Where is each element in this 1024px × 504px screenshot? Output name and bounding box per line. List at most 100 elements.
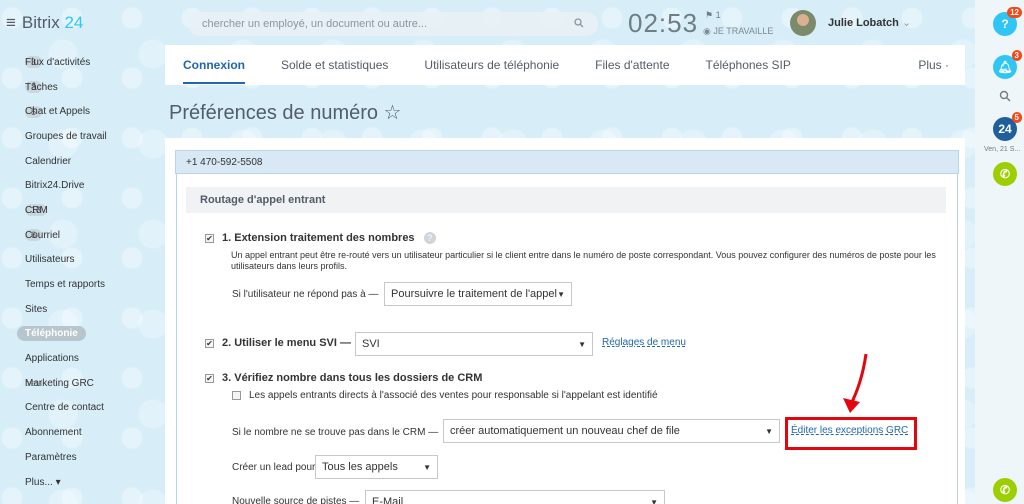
opt3-row: ✔ 3. Vérifiez nombre dans tous les dossie…: [205, 372, 482, 384]
opt2-label: 2. Utiliser le menu SVI —: [222, 337, 351, 349]
opt1-checkbox[interactable]: ✔: [205, 233, 214, 243]
sidebar-item[interactable]: Paramètres: [17, 445, 152, 470]
user-name: Julie Lobatch: [828, 17, 899, 29]
notifications-button[interactable]: 🔔︎ 3: [993, 50, 1022, 79]
b24-icon: 24: [998, 122, 1012, 136]
app-logo[interactable]: ≡ Bitrix 24: [6, 13, 83, 33]
clock: 02:53: [628, 8, 699, 38]
sidebar-item-label: Flux d'activités: [25, 56, 91, 68]
sidebar-item[interactable]: Téléphonie: [17, 322, 152, 347]
help-badge: 12: [1007, 7, 1022, 18]
phone-icon: ✆: [999, 167, 1011, 181]
work-state[interactable]: ◉ JE TRAVAILLE: [703, 26, 773, 37]
menu-settings-link[interactable]: Réglages de menu: [602, 337, 686, 348]
tab[interactable]: Connexion: [183, 58, 245, 84]
work-state-label: JE TRAVAILLE: [713, 26, 774, 36]
help-icon: ?: [1001, 17, 1009, 31]
sidebar-item[interactable]: Calendrier: [17, 149, 152, 174]
bell-icon: 🔔︎: [997, 60, 1013, 74]
dropdown-arrow-icon: ▼: [650, 497, 658, 504]
no-answer-label: Si l'utilisateur ne répond pas à —: [232, 289, 379, 300]
sidebar-item[interactable]: Sites: [17, 297, 152, 322]
sidebar-item[interactable]: Applications: [17, 346, 152, 371]
opt2-checkbox[interactable]: ✔: [205, 338, 214, 348]
sidebar-item[interactable]: Abonnement: [17, 420, 152, 445]
sidebar-item[interactable]: CRM 13: [17, 198, 152, 223]
no-answer-value: Poursuivre le traitement de l'appel: [391, 288, 557, 300]
lead-select[interactable]: Tous les appels ▼: [315, 455, 438, 479]
sidebar-item-label: Calendrier: [25, 155, 72, 167]
sidebar-item-label: Paramètres: [25, 451, 77, 463]
no-answer-select[interactable]: Poursuivre le traitement de l'appel ▼: [384, 282, 572, 306]
phone-button[interactable]: ✆: [993, 162, 1017, 186]
avatar[interactable]: [790, 10, 816, 36]
not-found-select[interactable]: créer automatiquement un nouveau chef de…: [443, 419, 780, 443]
opt1-description: Un appel entrant peut être re-routé vers…: [231, 250, 936, 271]
tab[interactable]: Files d'attente: [595, 58, 669, 72]
lead-value: Tous les appels: [322, 461, 398, 473]
sidebar-item-label: Utilisateurs: [25, 254, 75, 266]
user-menu[interactable]: Julie Lobatch ⌄: [828, 16, 911, 29]
section-title: Routage d'appel entrant: [186, 187, 946, 213]
source-label: Nouvelle source de pistes —: [232, 496, 360, 504]
dropdown-arrow-icon: ▼: [557, 289, 565, 299]
search-icon[interactable]: [999, 90, 1011, 105]
help-icon[interactable]: ?: [423, 232, 436, 245]
phone-icon: ✆: [999, 483, 1011, 497]
sidebar-item[interactable]: Plus... ▾: [17, 470, 152, 495]
sidebar-item-label: Tâches: [25, 81, 58, 93]
sidebar-item-label: Applications: [25, 353, 79, 365]
sidebar-item[interactable]: Tâches 3: [17, 75, 152, 100]
not-found-value: créer automatiquement un nouveau chef de…: [450, 425, 680, 437]
sidebar-item-label: Téléphonie: [17, 326, 86, 342]
opt3-label: 3. Vérifiez nombre dans tous les dossier…: [222, 372, 483, 384]
tab[interactable]: Téléphones SIP: [706, 58, 791, 72]
number-header[interactable]: +1 470-592-5508: [175, 150, 959, 174]
logo-number: 24: [64, 13, 84, 32]
flag-count: 1: [715, 10, 721, 20]
search-input[interactable]: chercher un employé, un document ou autr…: [188, 12, 598, 36]
sidebar-item[interactable]: Centre de contact: [17, 396, 152, 421]
opt2-row: ✔ 2. Utiliser le menu SVI —: [205, 337, 351, 349]
sidebar-item-label: Temps et rapports: [25, 279, 106, 291]
b24-button[interactable]: 24 5: [993, 112, 1022, 141]
tab[interactable]: Solde et statistiques: [281, 58, 388, 72]
opt3-sub-label: Les appels entrants directs à l'associé …: [249, 390, 658, 401]
flag-counter[interactable]: ⚑ 1: [705, 10, 721, 21]
lead-label: Créer un lead pour: [232, 462, 316, 473]
sidebar-item[interactable]: Groupes de travail: [17, 124, 152, 149]
tabs-more-button[interactable]: Plus ·: [918, 58, 949, 72]
sidebar-item[interactable]: Chat et Appels 5: [17, 99, 152, 124]
dropdown-arrow-icon: ▼: [578, 339, 586, 349]
sidebar-item-label: Sites: [25, 303, 48, 315]
opt1-label: 1. Extension traitement des nombres: [222, 232, 415, 244]
b24-badge: 5: [1011, 112, 1022, 123]
tab[interactable]: Utilisateurs de téléphonie: [424, 58, 559, 72]
dropdown-arrow-icon: ▼: [765, 426, 773, 436]
sidebar-item[interactable]: Temps et rapports: [17, 272, 152, 297]
sidebar-item-label: Chat et Appels: [25, 106, 91, 118]
sidebar-item-label: Groupes de travail: [25, 130, 107, 142]
sidebar-item-label: Courriel: [25, 229, 61, 241]
red-arrow-icon: [843, 353, 868, 413]
sidebar-item-label: CRM: [25, 204, 48, 216]
sidebar-item[interactable]: Marketing GRC beta: [17, 371, 152, 396]
sidebar-item[interactable]: Bitrix24.Drive: [17, 173, 152, 198]
highlight-box: [785, 417, 917, 450]
search-placeholder: chercher un employé, un document ou autr…: [202, 18, 428, 30]
sidebar-item[interactable]: Courriel 6: [17, 223, 152, 248]
sidebar-item[interactable]: Flux d'activités 3: [17, 50, 152, 75]
search-icon[interactable]: [574, 17, 584, 31]
source-select[interactable]: E-Mail ▼: [365, 490, 665, 504]
call-button[interactable]: ✆: [993, 478, 1017, 502]
dropdown-arrow-icon: ▼: [423, 462, 431, 472]
help-button[interactable]: ? 12: [993, 7, 1022, 36]
opt3-checkbox[interactable]: ✔: [205, 373, 214, 383]
tab-bar: Connexion Solde et statistiques Utilisateu…: [165, 45, 965, 85]
menu-burger-icon[interactable]: ≡: [6, 13, 16, 33]
opt3-sub-checkbox[interactable]: [232, 390, 241, 400]
not-found-label: Si le nombre ne se trouve pas dans le CR…: [232, 427, 439, 438]
sidebar-item-label: Plus... ▾: [25, 476, 61, 488]
sidebar-item[interactable]: Utilisateurs: [17, 248, 152, 273]
ivr-select[interactable]: SVI ▼: [355, 332, 593, 356]
